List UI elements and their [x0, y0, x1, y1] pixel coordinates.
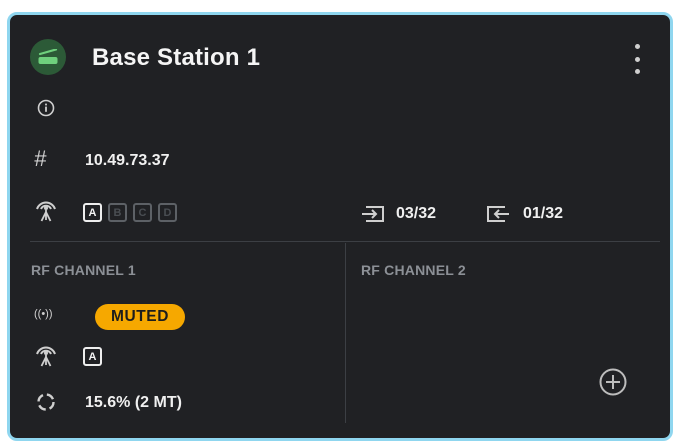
- broadcast-icon: ((•)): [34, 308, 53, 320]
- divider: [30, 241, 660, 242]
- rf-channel-1-label: RF CHANNEL 1: [31, 262, 136, 278]
- info-icon[interactable]: [37, 99, 55, 122]
- input-icon: [362, 204, 386, 229]
- device-title: Base Station 1: [92, 44, 261, 71]
- channel-a-chip[interactable]: A: [83, 203, 102, 222]
- base-station-card[interactable]: Base Station 1 # 10.49.73.37 A B C D 03/…: [7, 12, 673, 441]
- more-options-icon[interactable]: [626, 42, 648, 76]
- rf-antenna-chip: A: [83, 347, 102, 366]
- output-icon: [485, 204, 509, 229]
- usage-icon: [36, 392, 56, 417]
- channel-c-chip[interactable]: C: [133, 203, 152, 222]
- usage-percent: 15.6% (2 MT): [85, 394, 182, 411]
- channel-divider: [345, 243, 346, 423]
- device-avatar: [30, 39, 66, 75]
- base-station-icon: [38, 49, 58, 64]
- channel-b-chip[interactable]: B: [108, 203, 127, 222]
- muted-status-badge: MUTED: [95, 304, 185, 330]
- ip-address: 10.49.73.37: [85, 152, 170, 169]
- antenna-icon: [32, 197, 60, 228]
- channel-d-chip[interactable]: D: [158, 203, 177, 222]
- outputs-count: 01/32: [523, 205, 564, 222]
- ip-address-icon: #: [34, 146, 47, 171]
- rf-antenna-icon: [32, 342, 60, 373]
- rf-channel-2-label: RF CHANNEL 2: [361, 262, 466, 278]
- inputs-count: 03/32: [396, 205, 437, 222]
- add-icon[interactable]: [598, 367, 628, 402]
